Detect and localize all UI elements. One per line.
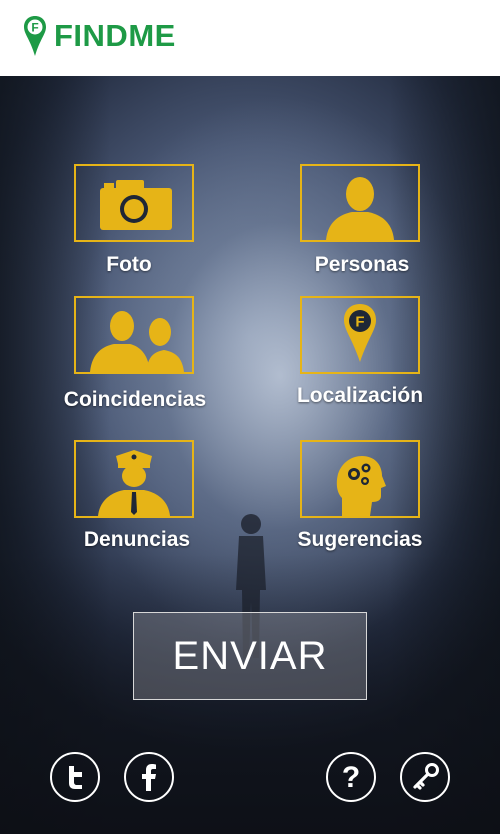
svg-text:F: F bbox=[355, 314, 364, 331]
tile-coincidencias-label: Coincidencias bbox=[63, 388, 207, 411]
location-pin-icon: F bbox=[344, 304, 376, 362]
app-logo: F FINDME bbox=[22, 14, 176, 58]
head-gears-icon bbox=[336, 456, 386, 516]
help-icon: ? bbox=[342, 761, 360, 794]
tile-personas[interactable] bbox=[300, 164, 420, 242]
police-officer-icon bbox=[98, 450, 170, 516]
tile-personas-label: Personas bbox=[314, 253, 410, 276]
tile-localizacion[interactable]: F bbox=[300, 296, 420, 374]
findme-pin-icon: F bbox=[24, 16, 46, 56]
app-header: F FINDME bbox=[0, 0, 500, 76]
facebook-icon bbox=[142, 764, 156, 791]
twitter-button[interactable] bbox=[50, 752, 100, 802]
svg-text:F: F bbox=[31, 21, 38, 35]
app-title: FINDME bbox=[54, 18, 176, 53]
tile-denuncias[interactable] bbox=[74, 440, 194, 518]
svg-text:?: ? bbox=[342, 761, 360, 794]
key-button[interactable] bbox=[400, 752, 450, 802]
tile-denuncias-label: Denuncias bbox=[83, 528, 191, 551]
tile-coincidencias[interactable] bbox=[74, 296, 194, 374]
tile-sugerencias[interactable] bbox=[300, 440, 420, 518]
twitter-icon bbox=[69, 766, 82, 789]
tile-foto[interactable] bbox=[74, 164, 194, 242]
camera-icon bbox=[100, 180, 172, 230]
help-button[interactable]: ? bbox=[326, 752, 376, 802]
enviar-button[interactable]: ENVIAR bbox=[133, 612, 367, 700]
person-icon bbox=[326, 177, 394, 240]
key-icon bbox=[413, 763, 439, 790]
tile-localizacion-label: Localización bbox=[296, 384, 424, 407]
tile-foto-label: Foto bbox=[106, 253, 152, 276]
two-persons-icon bbox=[90, 311, 184, 372]
facebook-button[interactable] bbox=[124, 752, 174, 802]
tile-sugerencias-label: Sugerencias bbox=[297, 528, 423, 551]
